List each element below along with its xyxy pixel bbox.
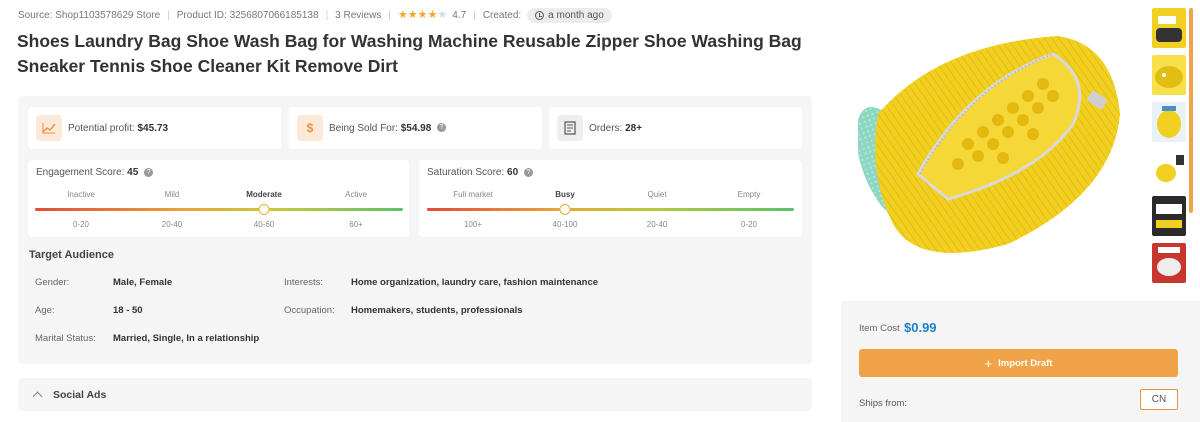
engagement-range: 60+	[349, 220, 363, 229]
engagement-range: 20-40	[161, 220, 183, 229]
orders-text: Orders: 28+	[589, 123, 642, 134]
orders-label: Orders:	[589, 122, 623, 134]
marital-status-value: Married, Single, In a relationship	[113, 333, 260, 344]
purchase-box: Item Cost $0.99 + Import Draft Ships fro…	[841, 301, 1200, 422]
product-meta-line: Source: Shop1103578629 Store | Product I…	[18, 6, 612, 24]
orders-value: 28+	[625, 122, 643, 134]
saturation-label: Saturation Score:	[427, 167, 505, 178]
star-icon: ★	[427, 8, 438, 21]
reviews-count[interactable]: 3 Reviews	[335, 10, 381, 21]
sold-label: Being Sold For:	[329, 122, 398, 134]
marital-status-label: Marital Status:	[35, 333, 96, 344]
gender-value: Male, Female	[113, 277, 173, 288]
profit-text: Potential profit: $45.73	[68, 123, 168, 134]
trend-chart-icon	[36, 115, 62, 141]
rating-value: 4.7	[452, 9, 467, 21]
engagement-score-card: Engagement Score: 45 ? Inactive Mild Mod…	[28, 160, 409, 237]
engagement-range: 40-60	[253, 220, 275, 229]
interests-value: Home organization, laundry care, fashion…	[351, 277, 599, 288]
thumbnail-image[interactable]	[1152, 55, 1186, 95]
divider: |	[325, 9, 329, 21]
thumbnail-image[interactable]	[1152, 102, 1186, 142]
saturation-level-full-market: Full market	[453, 190, 493, 199]
help-icon[interactable]: ?	[523, 167, 533, 177]
plus-icon: +	[984, 355, 993, 371]
star-empty-icon: ★	[437, 8, 448, 21]
engagement-level-active: Active	[345, 190, 367, 199]
sold-value: $54.98	[400, 122, 432, 134]
created-badge: a month ago	[527, 7, 612, 23]
product-main-image[interactable]	[856, 24, 1126, 272]
product-id: Product ID: 3256807066185138	[176, 9, 319, 21]
thumbnail-gallery	[1152, 8, 1186, 290]
ships-from-label: Ships from:	[859, 398, 908, 409]
target-audience-title: Target Audience	[29, 249, 114, 261]
sold-for-card: $ Being Sold For: $54.98 ?	[289, 107, 542, 149]
saturation-title: Saturation Score: 60 ?	[427, 167, 533, 178]
divider: |	[388, 9, 391, 21]
sold-text: Being Sold For: $54.98 ?	[329, 122, 447, 134]
age-value: 18 - 50	[113, 305, 143, 316]
interests-label: Interests:	[284, 277, 324, 288]
ships-from-cn-option[interactable]: CN	[1140, 389, 1178, 410]
occupation-value: Homemakers, students, professionals	[351, 305, 523, 316]
receipt-icon	[557, 115, 583, 141]
engagement-label: Engagement Score:	[36, 167, 125, 178]
age-label: Age:	[35, 305, 55, 316]
thumbnail-image[interactable]	[1152, 243, 1186, 283]
saturation-indicator	[559, 204, 571, 215]
engagement-title: Engagement Score: 45 ?	[36, 167, 154, 178]
import-draft-button[interactable]: + Import Draft	[859, 349, 1178, 377]
orders-card: Orders: 28+	[549, 107, 802, 149]
item-cost-label: Item Cost	[859, 323, 900, 334]
saturation-gradient-bar	[427, 208, 794, 211]
saturation-level-busy: Busy	[555, 190, 575, 199]
saturation-range: 100+	[463, 220, 483, 229]
potential-profit-card: Potential profit: $45.73	[28, 107, 281, 149]
engagement-value: 45	[127, 167, 139, 178]
divider: |	[473, 9, 476, 21]
saturation-score-card: Saturation Score: 60 ? Full market Busy …	[419, 160, 802, 237]
saturation-range: 20-40	[646, 220, 668, 229]
star-icon: ★	[417, 8, 428, 21]
chevron-up-icon	[32, 391, 43, 402]
star-icon: ★	[407, 8, 418, 21]
thumbnail-image[interactable]	[1152, 196, 1186, 236]
gender-label: Gender:	[35, 277, 70, 288]
help-icon[interactable]: ?	[144, 167, 154, 177]
saturation-level-quiet: Quiet	[647, 190, 667, 199]
engagement-level-inactive: Inactive	[67, 190, 95, 199]
engagement-indicator	[258, 204, 270, 215]
saturation-level-empty: Empty	[737, 190, 761, 199]
social-ads-section-toggle[interactable]: Social Ads	[18, 378, 812, 411]
thumbnail-scrollbar[interactable]	[1189, 8, 1193, 213]
item-cost-value: $0.99	[904, 320, 937, 335]
dollar-icon: $	[297, 115, 323, 141]
saturation-value: 60	[507, 167, 519, 178]
occupation-label: Occupation:	[284, 305, 335, 316]
help-icon[interactable]: ?	[437, 123, 447, 133]
profit-value: $45.73	[137, 122, 169, 134]
saturation-range: 40-100	[552, 220, 578, 229]
thumbnail-image[interactable]	[1152, 8, 1186, 48]
social-ads-label: Social Ads	[53, 388, 107, 401]
engagement-range: 0-20	[72, 220, 90, 229]
created-label: Created:	[482, 9, 522, 21]
engagement-gradient-bar	[35, 208, 403, 211]
star-icon: ★	[397, 8, 408, 21]
clock-icon	[535, 10, 545, 20]
created-value: a month ago	[548, 9, 604, 21]
import-draft-label: Import Draft	[998, 357, 1053, 369]
rating-stars: ★ ★ ★ ★ ★	[397, 8, 448, 21]
profit-label: Potential profit:	[68, 122, 135, 134]
thumbnail-image[interactable]	[1152, 149, 1186, 189]
engagement-level-moderate: Moderate	[246, 190, 282, 199]
product-title: Shoes Laundry Bag Shoe Wash Bag for Wash…	[17, 31, 802, 76]
source-store[interactable]: Source: Shop1103578629 Store	[18, 10, 160, 21]
engagement-level-mild: Mild	[164, 190, 180, 199]
product-analytics-panel: Potential profit: $45.73 $ Being Sold Fo…	[18, 96, 812, 364]
divider: |	[167, 9, 170, 21]
saturation-range: 0-20	[740, 220, 758, 229]
